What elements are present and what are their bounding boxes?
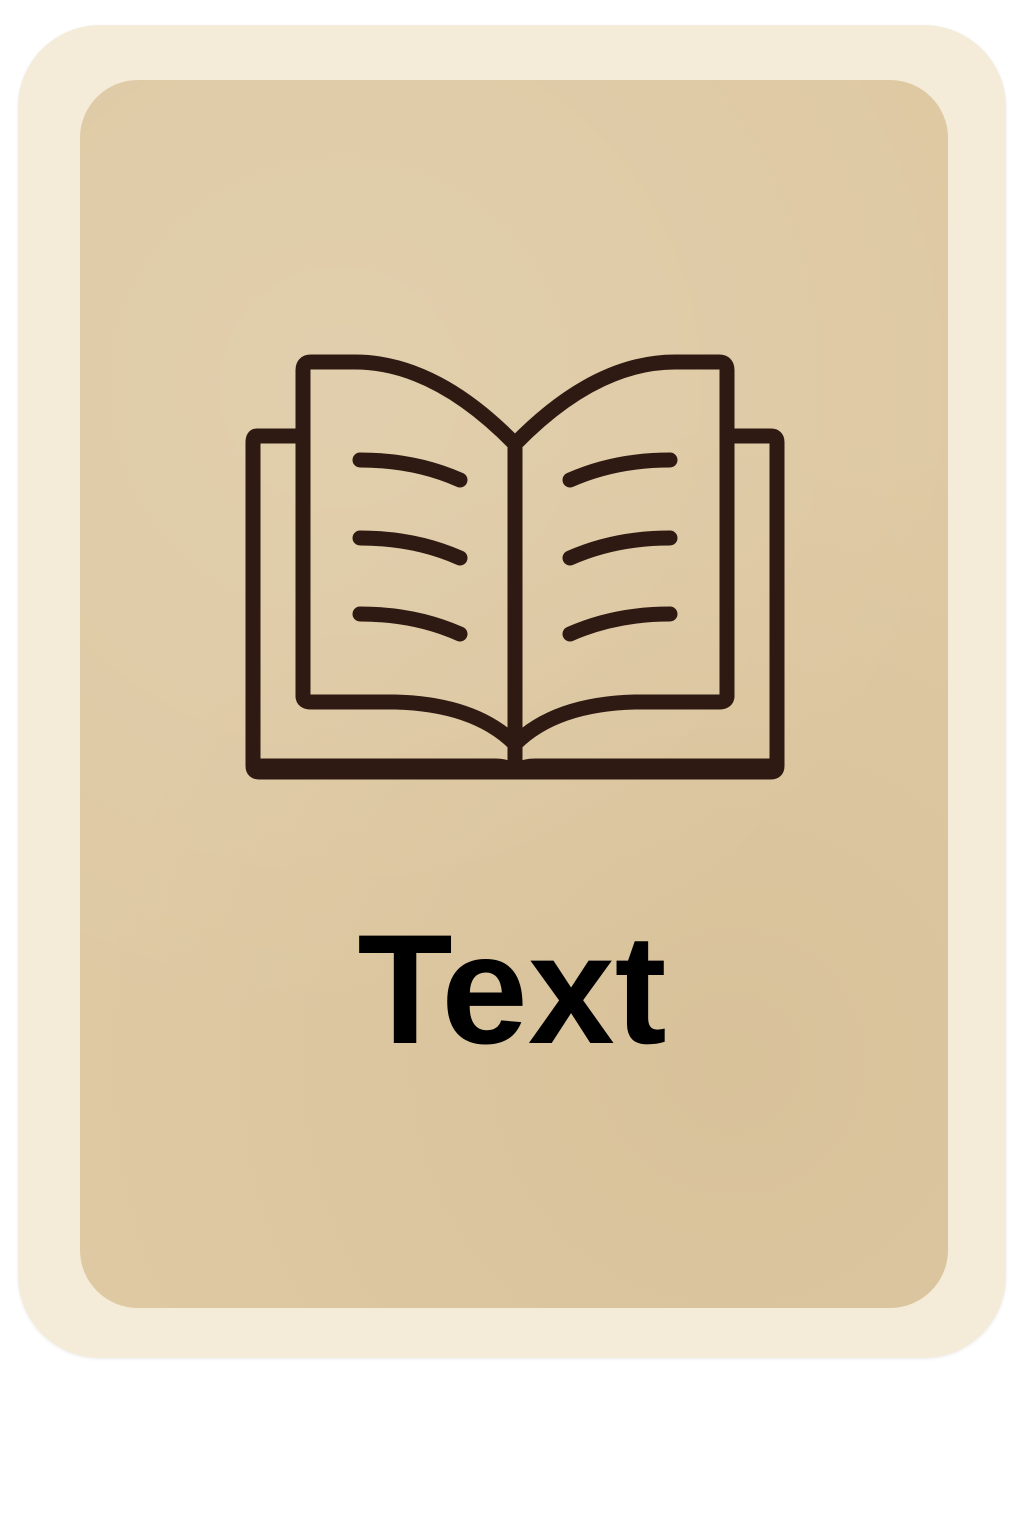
open-book-icon	[245, 354, 785, 780]
card-label: Text	[357, 903, 667, 1077]
page: Text	[0, 0, 1024, 1536]
